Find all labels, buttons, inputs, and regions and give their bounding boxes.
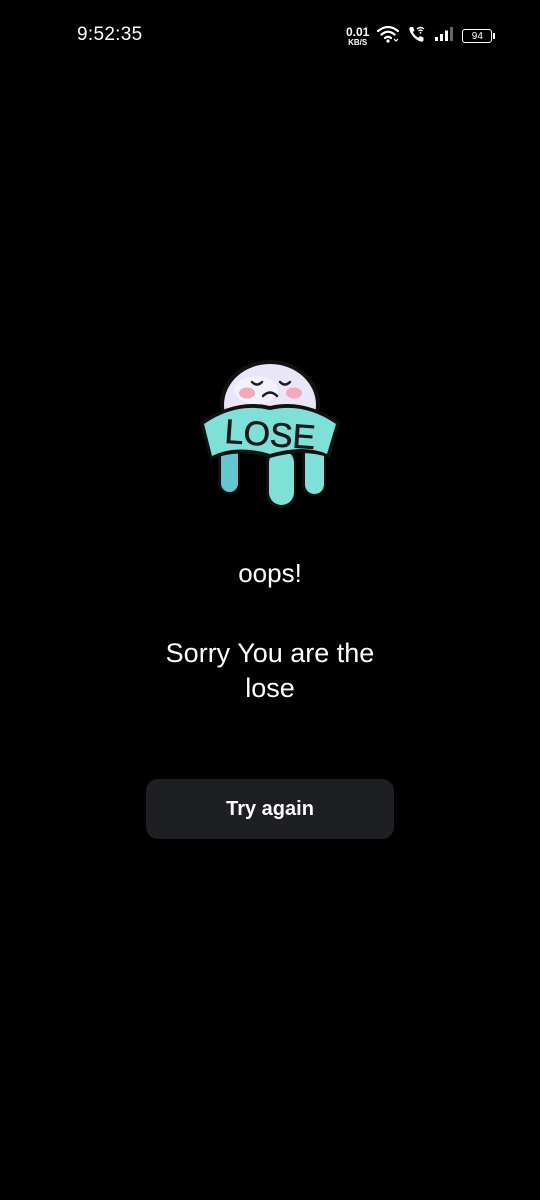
network-speed-value: 0.01 [346,24,370,39]
wifi-icon [377,25,400,48]
network-speed-unit: KB/S [348,37,368,47]
status-bar: 9:52:35 0.01 KB/S 94 [0,0,540,72]
banner-text: LOSE [223,413,316,457]
wifi-call-icon [408,25,426,48]
result-message: Sorry You are the lose [165,638,375,703]
try-again-button[interactable]: Try again [146,779,394,839]
lose-ghost-icon: LOSE [196,360,346,510]
battery-level: 94 [471,30,483,42]
network-speed: 0.01 KB/S [346,26,369,47]
result-title: oops! [238,558,302,588]
battery-icon: 94 [462,29,496,43]
status-icons: 0.01 KB/S 94 [346,25,496,48]
signal-icon [435,26,454,46]
status-time: 9:52:35 [77,24,143,45]
